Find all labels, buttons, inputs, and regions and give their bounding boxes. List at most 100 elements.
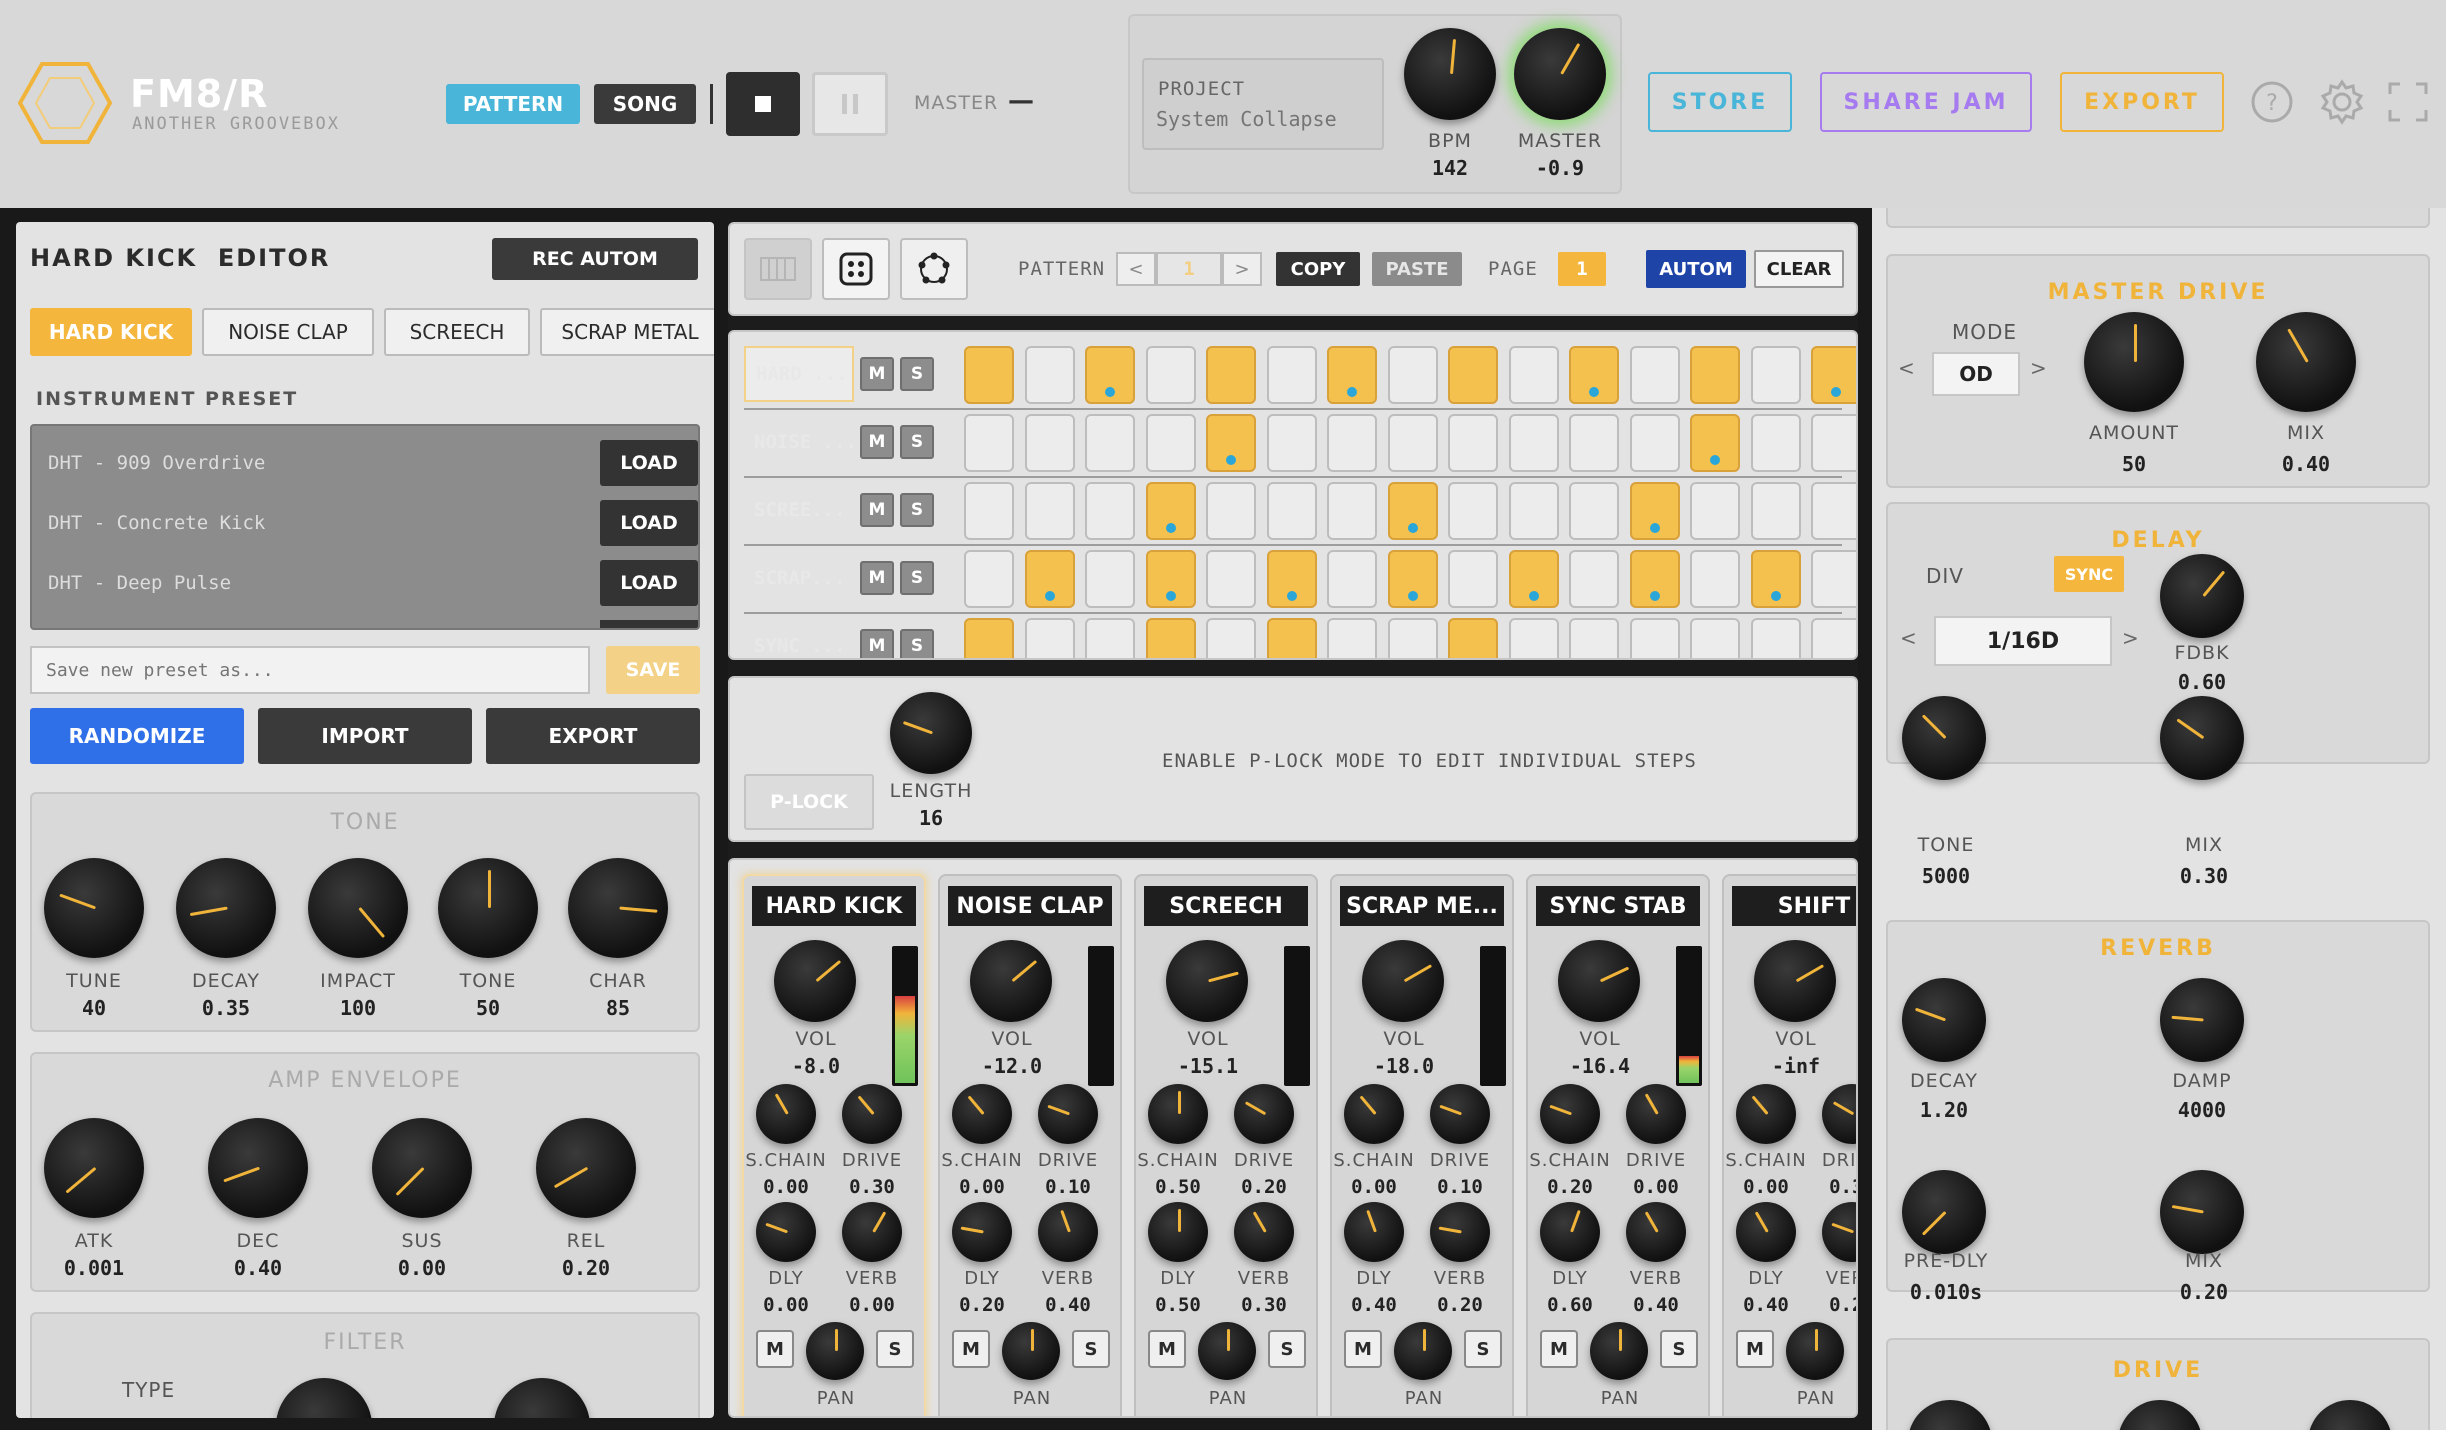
step-cell[interactable] [1811,482,1856,540]
step-cell[interactable] [1387,346,1438,404]
pattern-number[interactable]: 1 [1156,252,1222,286]
step-cell[interactable] [1145,346,1196,404]
knob-decay[interactable] [176,858,276,958]
step-cell[interactable] [1024,550,1075,608]
track-solo-button[interactable]: S [900,629,934,658]
channel-volume-knob[interactable] [774,940,856,1022]
channel-solo-button[interactable]: S [1464,1330,1502,1368]
track-name[interactable]: SCREE... [744,482,854,538]
step-cell[interactable] [1024,346,1075,404]
step-cell[interactable] [1206,482,1256,540]
track-solo-button[interactable]: S [900,425,934,459]
step-cell[interactable] [964,550,1014,608]
track-name[interactable]: SCRAP... [744,550,854,606]
step-cell[interactable] [1085,550,1135,608]
channel-drive-knob[interactable] [1626,1084,1686,1144]
step-cell[interactable] [1629,550,1680,608]
import-button[interactable]: IMPORT [258,708,472,764]
channel-dly-knob[interactable] [1148,1202,1208,1262]
step-cell[interactable] [1750,346,1801,404]
channel-verb-knob[interactable] [842,1202,902,1262]
sync-button[interactable]: SYNC [2054,556,2124,592]
step-cell[interactable] [1327,618,1377,658]
step-cell[interactable] [1690,346,1740,404]
step-cell[interactable] [1569,414,1619,472]
step-cell[interactable] [1690,414,1740,472]
save-preset-button[interactable]: SAVE [606,646,700,694]
step-cell[interactable] [1206,550,1256,608]
delay-mix-knob[interactable] [2160,696,2244,780]
step-cell[interactable] [1629,414,1680,472]
track-mute-button[interactable]: M [860,629,894,658]
track-solo-button[interactable]: S [900,493,934,527]
randomize-button[interactable]: RANDOMIZE [30,708,244,764]
next-pattern-button[interactable]: > [1222,252,1262,286]
export-preset-button[interactable]: EXPORT [486,708,700,764]
step-cell[interactable] [1145,618,1196,658]
length-knob[interactable] [890,692,972,774]
knob-tune[interactable] [44,858,144,958]
step-cell[interactable] [1750,550,1801,608]
channel-volume-knob[interactable] [1754,940,1836,1022]
channel-mute-button[interactable]: M [952,1330,990,1368]
step-cell[interactable] [1024,618,1075,658]
step-cell[interactable] [964,346,1014,404]
channel-mute-button[interactable]: M [1540,1330,1578,1368]
step-cell[interactable] [1750,618,1801,658]
step-cell[interactable] [1690,550,1740,608]
page-number[interactable]: 1 [1558,252,1606,286]
mode-next-icon[interactable]: > [2030,356,2047,380]
knob-sus[interactable] [372,1118,472,1218]
step-cell[interactable] [1448,550,1498,608]
plock-button[interactable]: P-LOCK [744,774,874,830]
pattern-mode-button[interactable]: PATTERN [446,84,580,124]
pre-delay-knob[interactable] [1902,1170,1986,1254]
step-cell[interactable] [1085,482,1135,540]
channel-drive-knob[interactable] [1822,1084,1856,1144]
channel-schain-knob[interactable] [1540,1084,1600,1144]
channel-solo-button[interactable]: S [876,1330,914,1368]
step-cell[interactable] [1811,550,1856,608]
track-mute-button[interactable]: M [860,357,894,391]
tab-scrap-metal[interactable]: SCRAP METAL [540,308,714,356]
gear-icon[interactable] [2318,78,2366,126]
channel-dly-knob[interactable] [1736,1202,1796,1262]
share-jam-button[interactable]: SHARE JAM [1820,72,2032,132]
knob-tone[interactable] [438,858,538,958]
step-cell[interactable] [1448,414,1498,472]
help-icon[interactable]: ? [2250,80,2294,124]
load-preset-button[interactable]: LOAD [600,560,698,606]
drive-knob[interactable] [2118,1400,2202,1430]
channel-drive-knob[interactable] [1234,1084,1294,1144]
knob-char[interactable] [568,858,668,958]
channel-verb-knob[interactable] [1234,1202,1294,1262]
bpm-knob[interactable] [1404,28,1496,120]
div-select[interactable]: 1/16D [1934,616,2112,666]
mode-prev-icon[interactable]: < [1898,356,1915,380]
div-next-icon[interactable]: > [2122,626,2139,650]
track-name[interactable]: NOISE ... [744,414,854,470]
tab-screech[interactable]: SCREECH [384,308,530,356]
step-cell[interactable] [1508,618,1559,658]
step-cell[interactable] [1629,346,1680,404]
step-cell[interactable] [1629,482,1680,540]
channel-volume-knob[interactable] [1362,940,1444,1022]
knob-impact[interactable] [308,858,408,958]
channel-volume-knob[interactable] [1558,940,1640,1022]
channel-dly-knob[interactable] [1540,1202,1600,1262]
step-cell[interactable] [1145,482,1196,540]
step-cell[interactable] [1327,414,1377,472]
channel-pan-knob[interactable] [1002,1322,1060,1380]
channel-verb-knob[interactable] [1822,1202,1856,1262]
channel-schain-knob[interactable] [1344,1084,1404,1144]
step-cell[interactable] [1145,414,1196,472]
step-cell[interactable] [1811,618,1856,658]
drive-knob[interactable] [2308,1400,2392,1430]
step-cell[interactable] [1266,482,1317,540]
pause-button[interactable] [812,72,888,136]
tab-noise-clap[interactable]: NOISE CLAP [202,308,374,356]
track-mute-button[interactable]: M [860,561,894,595]
track-name[interactable]: HARD ... [744,346,854,402]
load-preset-button[interactable]: LOAD [600,500,698,546]
step-cell[interactable] [1387,618,1438,658]
